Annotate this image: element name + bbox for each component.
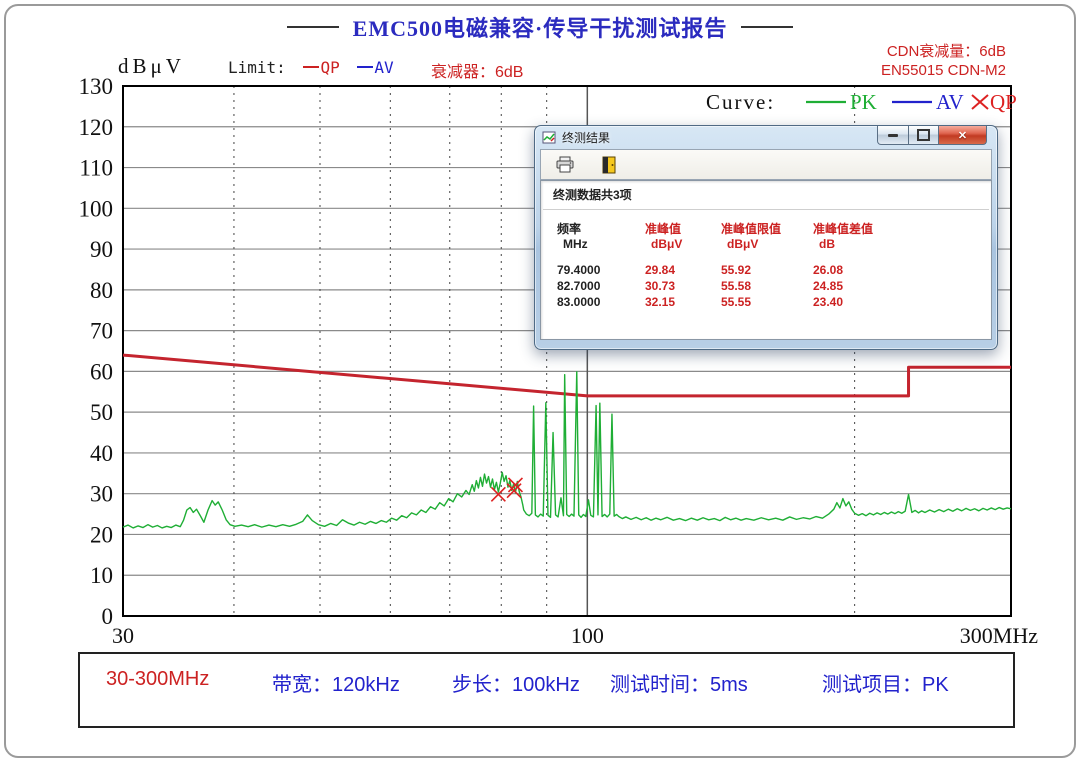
report-frame: EMC500电磁兼容·传导干扰测试报告 dBμV Limit: QP AV 衰减… bbox=[4, 4, 1076, 758]
result-row: 79.400029.8455.9226.08 bbox=[557, 262, 991, 278]
result-window: 终测结果 ✕ bbox=[534, 125, 998, 350]
measurement-value: 55.55 bbox=[721, 294, 813, 310]
qp-limit-swatch-icon bbox=[303, 66, 319, 68]
measurement-value: 24.85 bbox=[813, 278, 909, 294]
printer-icon bbox=[555, 156, 575, 174]
frequency-range-label: 30-300MHz bbox=[106, 668, 209, 691]
svg-text:300MHz: 300MHz bbox=[960, 623, 1038, 648]
column-header: 准峰值dBμV bbox=[645, 222, 721, 252]
result-row: 83.000032.1555.5523.40 bbox=[557, 294, 991, 310]
window-controls: ✕ bbox=[877, 126, 987, 145]
svg-text:100: 100 bbox=[571, 623, 604, 648]
measurement-value: 32.15 bbox=[645, 294, 721, 310]
frequency-value: 82.7000 bbox=[557, 278, 645, 294]
test-time-label: 测试时间：5ms bbox=[610, 668, 748, 697]
result-row: 82.700030.7355.5824.85 bbox=[557, 278, 991, 294]
maximize-icon bbox=[917, 129, 930, 141]
result-window-toolbar bbox=[540, 149, 992, 180]
svg-text:120: 120 bbox=[79, 115, 114, 140]
measurement-settings-bar: 30-300MHz 带宽：120kHz 步长：100kHz 测试时间：5ms 测… bbox=[78, 652, 1015, 728]
svg-text:30: 30 bbox=[90, 482, 113, 507]
measurement-value: 26.08 bbox=[813, 262, 909, 278]
frequency-value: 79.4000 bbox=[557, 262, 645, 278]
measurement-value: 55.58 bbox=[721, 278, 813, 294]
svg-text:AV: AV bbox=[936, 90, 964, 114]
result-summary: 终测数据共3项 bbox=[543, 181, 989, 210]
exit-door-icon bbox=[602, 156, 616, 174]
y-axis-unit-label: dBμV bbox=[118, 54, 185, 79]
svg-text:30: 30 bbox=[112, 623, 134, 648]
svg-text:100: 100 bbox=[79, 196, 114, 221]
column-header: 准峰值限值dBμV bbox=[721, 222, 813, 252]
svg-text:40: 40 bbox=[90, 441, 113, 466]
column-header: 准峰值差值dB bbox=[813, 222, 909, 252]
measurement-value: 23.40 bbox=[813, 294, 909, 310]
standard-label: EN55015 CDN-M2 bbox=[881, 61, 1006, 80]
close-button[interactable]: ✕ bbox=[938, 126, 987, 145]
attenuator-label: 衰减器：6dB bbox=[431, 58, 523, 82]
svg-text:60: 60 bbox=[90, 359, 113, 384]
svg-text:110: 110 bbox=[79, 156, 113, 181]
svg-text:70: 70 bbox=[90, 319, 113, 344]
frequency-value: 83.0000 bbox=[557, 294, 645, 310]
exit-button[interactable] bbox=[597, 153, 621, 177]
cdn-attenuation-label: CDN衰减量：6dB bbox=[881, 42, 1006, 61]
svg-text:20: 20 bbox=[90, 522, 113, 547]
maximize-button[interactable] bbox=[909, 126, 938, 145]
column-header: 频率MHz bbox=[557, 222, 645, 252]
svg-text:QP: QP bbox=[990, 90, 1017, 114]
test-item-label: 测试项目：PK bbox=[822, 668, 949, 697]
step-label: 步长：100kHz bbox=[452, 668, 580, 697]
svg-text:Curve:: Curve: bbox=[706, 90, 775, 114]
svg-text:80: 80 bbox=[90, 278, 113, 303]
bandwidth-label: 带宽：120kHz bbox=[272, 668, 400, 697]
svg-text:50: 50 bbox=[90, 400, 113, 425]
window-title: 终测结果 bbox=[562, 129, 610, 146]
svg-text:10: 10 bbox=[90, 563, 113, 588]
measurement-value: 55.92 bbox=[721, 262, 813, 278]
svg-text:130: 130 bbox=[79, 74, 114, 99]
cdn-info: CDN衰减量：6dB EN55015 CDN-M2 bbox=[881, 42, 1006, 80]
svg-text:90: 90 bbox=[90, 237, 113, 262]
measurement-value: 30.73 bbox=[645, 278, 721, 294]
result-window-titlebar[interactable]: 终测结果 ✕ bbox=[535, 126, 997, 149]
limit-label: Limit: bbox=[228, 58, 286, 77]
measurement-value: 29.84 bbox=[645, 262, 721, 278]
result-table: 频率MHz准峰值dBμV准峰值限值dBμV准峰值差值dB 79.400029.84… bbox=[541, 210, 991, 310]
print-button[interactable] bbox=[553, 153, 577, 177]
av-limit-label: AV bbox=[374, 58, 393, 77]
minimize-button[interactable] bbox=[877, 126, 909, 145]
result-table-header: 频率MHz准峰值dBμV准峰值限值dBμV准峰值差值dB bbox=[557, 222, 991, 252]
qp-limit-label: QP bbox=[320, 58, 339, 77]
window-icon bbox=[542, 130, 557, 145]
minimize-icon bbox=[888, 134, 898, 137]
limit-legend: Limit: QP AV bbox=[228, 58, 394, 77]
result-window-content: 终测数据共3项 频率MHz准峰值dBμV准峰值限值dBμV准峰值差值dB 79.4… bbox=[540, 180, 992, 340]
av-limit-swatch-icon bbox=[357, 66, 373, 68]
svg-text:PK: PK bbox=[850, 90, 877, 114]
